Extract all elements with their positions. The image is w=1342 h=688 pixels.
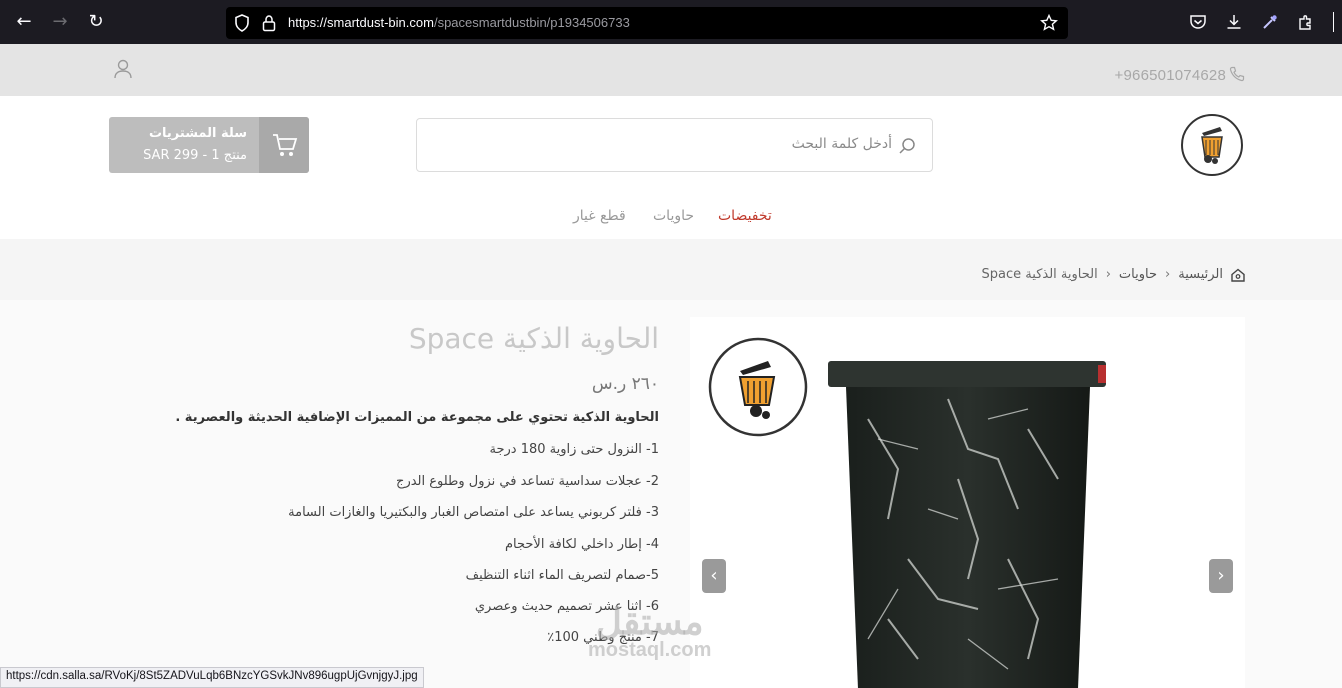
menu-item-spare-parts[interactable]: قطع غيار [573,208,626,224]
watermark-arabic: مستقل [595,601,704,642]
smart-dustbin-logo[interactable] [1180,113,1244,177]
watermark-latin: mostaql.com [588,639,712,661]
watermark: مستقل mostaql.com [588,601,712,661]
eyedropper-icon[interactable] [1261,13,1279,31]
gallery-prev-button[interactable]: ‹ [702,559,726,593]
cart-button[interactable]: سلة المشتريات SAR 299 - 1 منتج [109,117,309,173]
cart-icon [273,134,298,156]
back-icon[interactable]: ← [14,12,34,32]
breadcrumb-current: الحاوية الذكية Space [981,267,1098,282]
gallery-brand-logo [708,337,808,437]
search-input[interactable]: أدخل كلمة البحث [792,136,892,152]
product-description: الحاوية الذكية تحتوي على مجموعة من الممي… [175,410,659,425]
cart-title: سلة المشتريات [148,126,247,141]
product-price: ٢٦٠ ر.س [591,374,659,394]
breadcrumb-category[interactable]: حاويات [1119,267,1157,282]
feature-item: 4- إطار داخلي لكافة الأحجام [504,537,659,552]
site-header: أدخل كلمة البحث سلة المشتريات SAR 299 - … [0,96,1342,239]
gallery-next-button[interactable]: › [1209,559,1233,593]
menu-item-bins[interactable]: حاويات [653,208,694,224]
chevron-left-icon: ‹ [1165,267,1171,282]
feature-item: 2- عجلات سداسية تساعد في نزول وطلوع الدر… [396,474,659,489]
overflow-menu-edge[interactable] [1333,12,1342,32]
reload-icon[interactable]: ↻ [86,12,106,32]
lock-icon[interactable] [262,14,276,32]
feature-item: 1- النزول حتى زاوية 180 درجة [489,442,660,457]
forward-icon[interactable]: → [50,12,70,32]
phone-number[interactable]: +966501074628 [1115,67,1226,84]
link-status-bar: https://cdn.salla.sa/RVoKj/8St5ZADVuLqb6… [0,667,424,688]
search-box[interactable]: أدخل كلمة البحث [416,118,933,172]
breadcrumb: الرئيسية ‹ حاويات ‹ الحاوية الذكية Space [982,267,1245,282]
product-title: الحاوية الذكية Space [408,322,659,355]
cart-icon-box[interactable] [259,117,309,173]
address-bar[interactable]: https://smartdust-bin.com/spacesmartdust… [226,7,1068,39]
menu-item-sale[interactable]: تخفيضات [718,208,772,224]
extensions-icon[interactable] [1297,13,1315,31]
chevron-left-icon: ‹ [1105,267,1111,282]
shield-icon[interactable] [234,14,250,32]
product-image[interactable] [828,359,1108,688]
home-icon[interactable] [1231,268,1245,282]
feature-item: 5-صمام لتصريف الماء اثناء التنظيف [465,568,659,583]
top-strip: +966501074628 [0,44,1342,96]
feature-item: 3- فلتر كربوني يساعد على امتصاص الغبار و… [288,505,659,520]
bookmark-star-icon[interactable] [1040,14,1058,32]
pocket-icon[interactable] [1189,13,1207,31]
url-path: /spacesmartdustbin/p1934506733 [433,15,630,30]
url-text: https://smartdust-bin.com/spacesmartdust… [288,15,630,30]
breadcrumb-home[interactable]: الرئيسية [1178,267,1223,282]
browser-toolbar: ← → ↻ https://smartdust-bin.com/spacesma… [0,0,1342,44]
user-icon[interactable] [113,58,133,80]
search-icon[interactable] [898,137,916,155]
url-host: https://smartdust-bin.com [288,15,434,30]
breadcrumb-bar: الرئيسية ‹ حاويات ‹ الحاوية الذكية Space [0,239,1342,300]
cart-summary: SAR 299 - 1 منتج [143,148,247,163]
phone-icon [1229,66,1245,82]
download-icon[interactable] [1225,13,1243,31]
product-gallery: ‹ › [690,317,1245,688]
